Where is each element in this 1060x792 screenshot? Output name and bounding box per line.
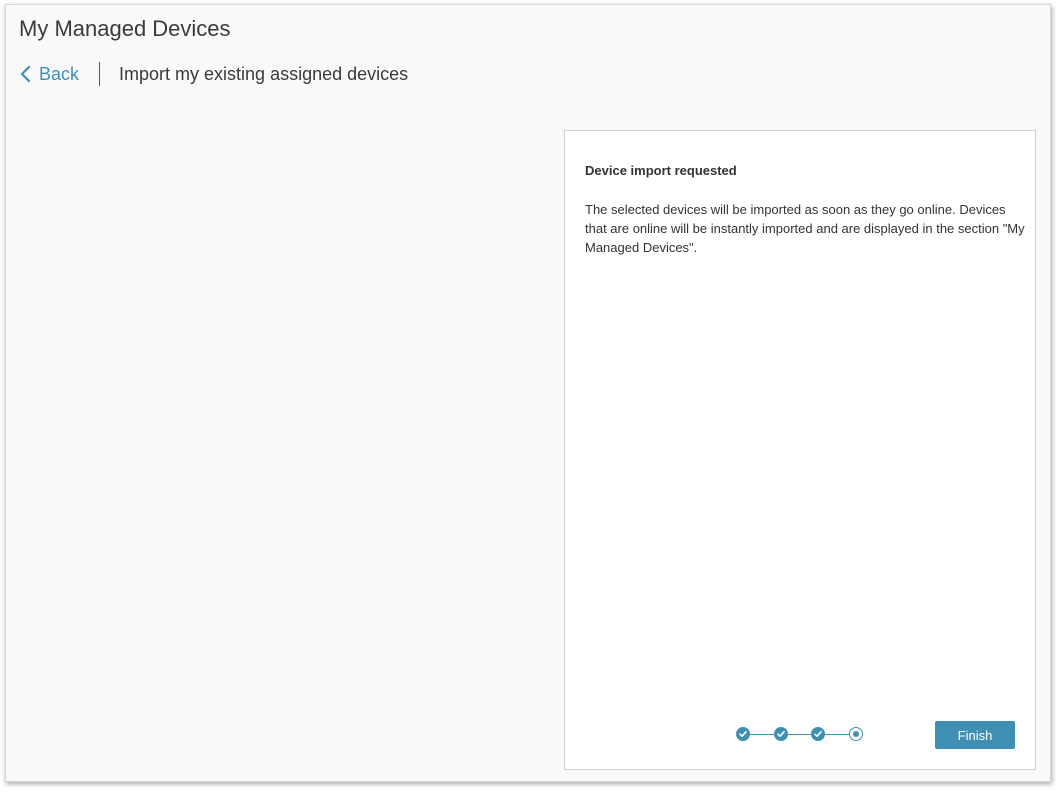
step-2-complete xyxy=(774,727,788,741)
panel-message: The selected devices will be imported as… xyxy=(585,202,1025,255)
step-1-complete xyxy=(736,727,750,741)
check-icon xyxy=(777,730,785,737)
panel-heading: Device import requested xyxy=(585,163,737,178)
step-3-complete xyxy=(811,727,825,741)
dot-icon xyxy=(853,731,859,737)
app-window: My Managed Devices Back Import my existi… xyxy=(5,4,1051,782)
finish-button[interactable]: Finish xyxy=(935,721,1015,749)
page-subtitle: Import my existing assigned devices xyxy=(119,63,409,84)
check-icon xyxy=(739,730,747,737)
step-indicator xyxy=(736,727,864,743)
step-4-current xyxy=(849,727,863,741)
page-title: My Managed Devices xyxy=(19,16,231,41)
step-connector xyxy=(825,734,849,735)
chevron-left-icon xyxy=(20,65,31,83)
wizard-panel: Device import requested The selected dev… xyxy=(564,130,1036,770)
step-connector xyxy=(750,734,774,735)
breadcrumb: Back Import my existing assigned devices xyxy=(19,61,408,87)
breadcrumb-divider xyxy=(99,62,101,86)
back-button[interactable]: Back xyxy=(19,64,79,85)
check-icon xyxy=(814,730,822,737)
panel-body: The selected devices will be imported as… xyxy=(585,200,1025,257)
back-label: Back xyxy=(39,63,80,84)
step-connector xyxy=(788,734,811,735)
